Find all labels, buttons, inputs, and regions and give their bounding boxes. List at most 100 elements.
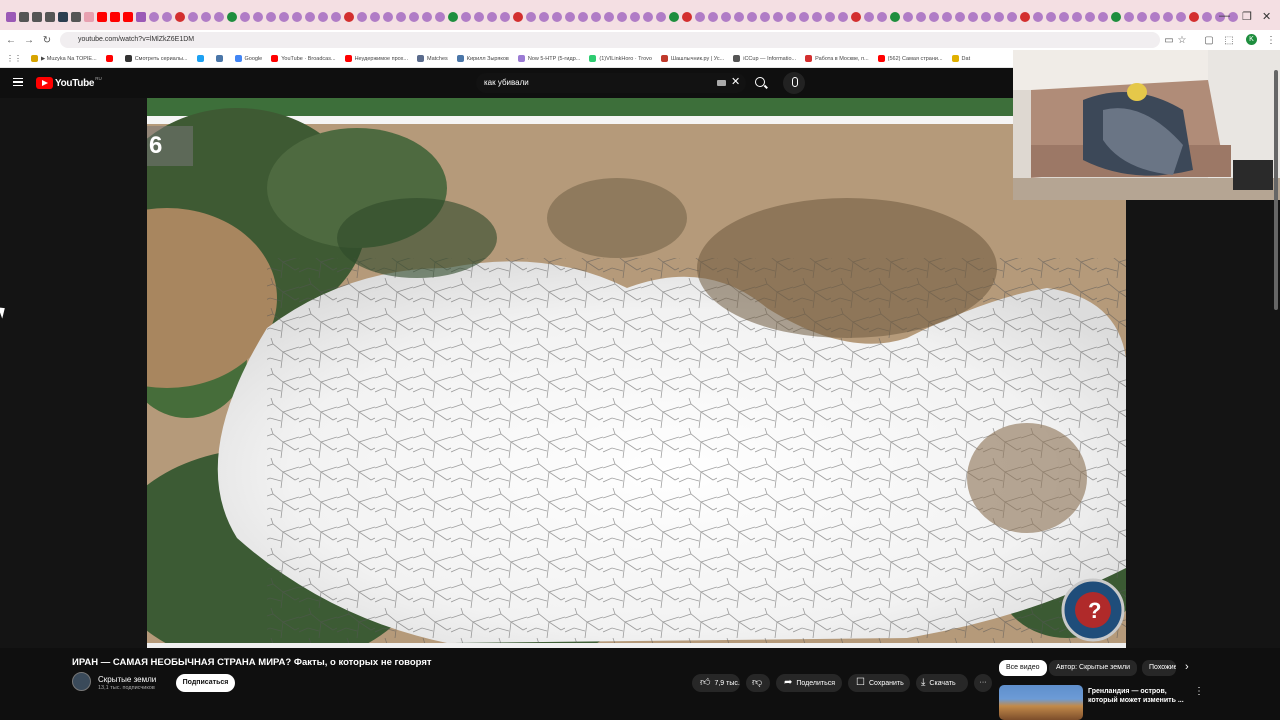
- bookmark-item[interactable]: Шашлычник.ру | Ус...: [660, 55, 724, 62]
- browser-tab-icon[interactable]: [1189, 12, 1199, 22]
- browser-tab-icon[interactable]: [123, 12, 133, 22]
- browser-tab-icon[interactable]: [370, 12, 380, 22]
- browser-tab-icon[interactable]: [747, 12, 757, 22]
- browser-tab-icon[interactable]: [708, 12, 718, 22]
- browser-tab-icon[interactable]: [552, 12, 562, 22]
- browser-tab-icon[interactable]: [1176, 12, 1186, 22]
- browser-tab-icon[interactable]: [344, 12, 354, 22]
- bookmark-item[interactable]: Google: [234, 55, 262, 62]
- browser-tab-icon[interactable]: [1137, 12, 1147, 22]
- channel-avatar[interactable]: [72, 672, 91, 691]
- browser-tab-icon[interactable]: [1007, 12, 1017, 22]
- browser-tab-icon[interactable]: [617, 12, 627, 22]
- browser-tab-icon[interactable]: [32, 12, 42, 22]
- browser-tab-icon[interactable]: [84, 12, 94, 22]
- browser-tab-icon[interactable]: [383, 12, 393, 22]
- browser-tab-icon[interactable]: [214, 12, 224, 22]
- browser-tab-icon[interactable]: [279, 12, 289, 22]
- browser-tab-icon[interactable]: [1098, 12, 1108, 22]
- url-field[interactable]: youtube.com/watch?v=lMlZkZ6E1DM: [60, 32, 1160, 48]
- channel-name[interactable]: Скрытые земли: [98, 675, 156, 684]
- browser-tab-icon[interactable]: [981, 12, 991, 22]
- bookmark-item[interactable]: YouTube · Broadcas...: [271, 55, 336, 62]
- browser-tab-icon[interactable]: [97, 12, 107, 22]
- browser-tab-icon[interactable]: [318, 12, 328, 22]
- browser-tab-icon[interactable]: [890, 12, 900, 22]
- browser-tab-icon[interactable]: [877, 12, 887, 22]
- browser-tab-icon[interactable]: [955, 12, 965, 22]
- recommendation-title[interactable]: Гренландия — остров, который может измен…: [1088, 687, 1188, 705]
- bookmark-item[interactable]: Dat: [951, 55, 970, 62]
- browser-tab-icon[interactable]: [604, 12, 614, 22]
- browser-tab-icon[interactable]: [1111, 12, 1121, 22]
- maximize-icon[interactable]: ❐: [1242, 10, 1252, 23]
- share-button[interactable]: ➦ Поделиться: [776, 674, 842, 692]
- chevron-right-icon[interactable]: ›: [1185, 661, 1189, 673]
- browser-tab-icon[interactable]: [838, 12, 848, 22]
- chip-similar[interactable]: Похожие: [1142, 660, 1176, 676]
- bookmark-item[interactable]: Смотреть сериалы...: [124, 55, 188, 62]
- apps-icon[interactable]: ⋮⋮: [6, 54, 22, 63]
- browser-tab-icon[interactable]: [435, 12, 445, 22]
- browser-tab-icon[interactable]: [1059, 12, 1069, 22]
- recommendation-menu-icon[interactable]: ⋮: [1194, 686, 1204, 697]
- bookmark-item[interactable]: Now 5-HTP (5-гидр...: [517, 55, 580, 62]
- browser-tab-icon[interactable]: [773, 12, 783, 22]
- scrollbar[interactable]: [1274, 70, 1278, 310]
- browser-tab-icon[interactable]: [812, 12, 822, 22]
- browser-tab-icon[interactable]: [6, 12, 16, 22]
- bookmark-item[interactable]: [105, 55, 116, 62]
- browser-tab-icon[interactable]: [682, 12, 692, 22]
- browser-tab-icon[interactable]: [357, 12, 367, 22]
- bookmark-item[interactable]: [196, 55, 207, 62]
- bookmark-item[interactable]: iCCup — Informatio...: [733, 55, 796, 62]
- browser-tab-icon[interactable]: [175, 12, 185, 22]
- browser-tab-icon[interactable]: [448, 12, 458, 22]
- browser-tab-icon[interactable]: [331, 12, 341, 22]
- browser-tab-icon[interactable]: [461, 12, 471, 22]
- browser-tab-icon[interactable]: [903, 12, 913, 22]
- browser-tab-icon[interactable]: [500, 12, 510, 22]
- browser-tab-icon[interactable]: [643, 12, 653, 22]
- browser-tab-icon[interactable]: [1033, 12, 1043, 22]
- bookmark-item[interactable]: Неудержимое прох...: [344, 55, 408, 62]
- browser-tab-icon[interactable]: [201, 12, 211, 22]
- subscribe-button[interactable]: Подписаться: [176, 674, 235, 692]
- browser-tab-icon[interactable]: [409, 12, 419, 22]
- dislike-button[interactable]: 👎︎: [746, 674, 770, 692]
- browser-tab-icon[interactable]: [149, 12, 159, 22]
- profile-icon[interactable]: ⬚: [1220, 35, 1238, 46]
- browser-tab-icon[interactable]: [864, 12, 874, 22]
- browser-tab-icon[interactable]: [266, 12, 276, 22]
- browser-tab-icon[interactable]: [526, 12, 536, 22]
- recommendation-thumbnail[interactable]: [999, 685, 1083, 720]
- browser-tab-icon[interactable]: [825, 12, 835, 22]
- close-window-icon[interactable]: ✕: [1262, 10, 1271, 23]
- menu-icon[interactable]: [13, 78, 23, 86]
- browser-tab-icon[interactable]: [578, 12, 588, 22]
- video-frame[interactable]: ? 6: [147, 98, 1126, 648]
- download-button[interactable]: ⤓ Скачать: [916, 674, 968, 692]
- browser-menu-icon[interactable]: ⋮: [1262, 35, 1280, 46]
- save-button[interactable]: ☐ Сохранить: [848, 674, 910, 692]
- browser-tab-icon[interactable]: [136, 12, 146, 22]
- bookmark-item[interactable]: Кирилл Зыряков: [456, 55, 509, 62]
- browser-tab-icon[interactable]: [630, 12, 640, 22]
- browser-tab-icon[interactable]: [487, 12, 497, 22]
- mic-icon[interactable]: [783, 72, 805, 94]
- browser-tab-icon[interactable]: [799, 12, 809, 22]
- youtube-logo[interactable]: YouTube RU: [36, 76, 102, 89]
- browser-tab-icon[interactable]: [292, 12, 302, 22]
- browser-tab-icon[interactable]: [721, 12, 731, 22]
- browser-tab-icon[interactable]: [942, 12, 952, 22]
- browser-tab-icon[interactable]: [656, 12, 666, 22]
- browser-tab-icon[interactable]: [474, 12, 484, 22]
- chip-all-videos[interactable]: Все видео: [999, 660, 1047, 676]
- browser-tab-icon[interactable]: [916, 12, 926, 22]
- browser-tab-icon[interactable]: [227, 12, 237, 22]
- browser-tab-icon[interactable]: [162, 12, 172, 22]
- like-button[interactable]: 👍︎ 7,9 тыс.: [692, 674, 740, 692]
- browser-tab-icon[interactable]: [1020, 12, 1030, 22]
- browser-tab-icon[interactable]: [1202, 12, 1212, 22]
- bookmark-item[interactable]: Matches: [417, 55, 448, 62]
